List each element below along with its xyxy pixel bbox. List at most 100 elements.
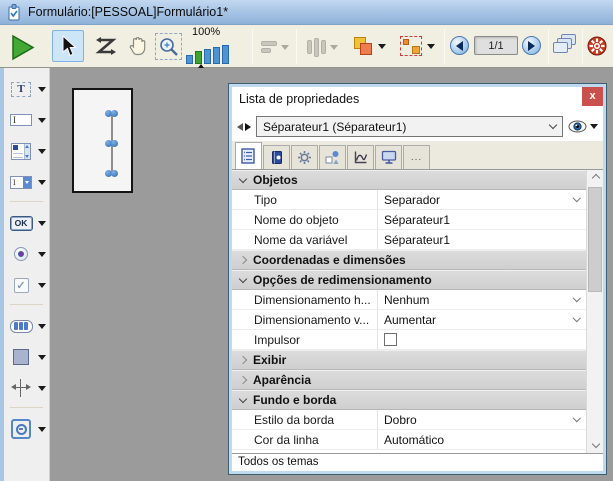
tab-properties[interactable] <box>235 142 262 169</box>
rectangle-tool[interactable] <box>4 345 49 369</box>
property-list-panel: Lista de propriedades x Séparateur1 (Sép… <box>229 84 606 474</box>
tab-objects[interactable] <box>319 145 346 169</box>
chevron-up-icon <box>591 174 599 182</box>
scrollbar-thumb[interactable] <box>588 187 602 292</box>
prop-value-dropdown[interactable]: Separador <box>378 190 586 209</box>
button-tool[interactable]: OK <box>4 211 49 235</box>
listbox-tool[interactable] <box>4 139 49 163</box>
chevron-down-icon[interactable] <box>38 118 46 123</box>
prop-group-redimensionamento[interactable]: Opções de redimensionamento <box>232 270 586 290</box>
text-tool[interactable]: T <box>4 77 49 101</box>
chevron-down-icon[interactable] <box>38 180 46 185</box>
chevron-down-icon[interactable] <box>38 324 46 329</box>
distribute-icon <box>307 38 326 57</box>
pointer-tool-button[interactable] <box>52 30 84 62</box>
sidebar-divider <box>10 407 43 408</box>
tab-more[interactable]: ... <box>403 145 430 169</box>
prop-value: Automático <box>384 433 586 447</box>
arrow-right-icon <box>522 36 541 55</box>
chevron-down-icon[interactable] <box>38 87 46 92</box>
prop-value: Séparateur1 <box>384 233 586 247</box>
prop-value: Séparateur1 <box>384 213 586 227</box>
tab-display[interactable] <box>375 145 402 169</box>
combobox-tool[interactable]: I <box>4 170 49 194</box>
sidebar-divider <box>10 201 43 202</box>
scrollbar[interactable] <box>586 170 603 453</box>
object-nav-arrows[interactable] <box>237 123 251 131</box>
object-tool-sidebar: T I I OK ✓ <box>4 68 50 481</box>
prop-group-exibir[interactable]: Exibir <box>232 350 586 370</box>
entry-order-tool-button[interactable] <box>93 34 119 58</box>
arrow-right-icon[interactable] <box>245 123 251 131</box>
arrow-left-icon[interactable] <box>237 123 243 131</box>
prop-row-tipo: Tipo Separador <box>232 190 586 210</box>
scroll-down-button[interactable] <box>587 437 603 453</box>
chevron-down-icon[interactable] <box>38 427 46 432</box>
prop-value-dropdown[interactable]: Aumentar <box>378 310 586 329</box>
group-button[interactable] <box>396 32 438 60</box>
selection-handle-middle[interactable] <box>105 140 118 147</box>
prop-row-estilo-da-borda: Estilo da borda Dobro <box>232 410 586 430</box>
settings-button[interactable] <box>586 35 613 57</box>
chevron-down-icon[interactable] <box>38 386 46 391</box>
prop-group-aparencia[interactable]: Aparência <box>232 370 586 390</box>
close-button[interactable]: x <box>582 87 603 106</box>
input-tool[interactable]: I <box>4 108 49 132</box>
zoom-bar-current[interactable] <box>195 51 202 64</box>
group-label: Exibir <box>253 353 286 367</box>
prop-value-field[interactable]: Séparateur1 <box>378 210 586 229</box>
zoom-bar-4[interactable] <box>213 47 220 64</box>
radio-tool[interactable] <box>4 242 49 266</box>
prop-group-coordenadas[interactable]: Coordenadas e dimensões <box>232 250 586 270</box>
prop-group-fundo-e-borda[interactable]: Fundo e borda <box>232 390 586 410</box>
impulsor-checkbox[interactable] <box>384 333 397 346</box>
tab-data-source[interactable] <box>263 145 290 169</box>
chevron-down-icon <box>549 121 557 129</box>
tab-options[interactable] <box>291 145 318 169</box>
chevron-down-icon[interactable] <box>38 149 46 154</box>
zoom-scale-control[interactable]: 100% <box>184 25 246 68</box>
form-document-icon <box>6 4 22 21</box>
zoom-bar-5[interactable] <box>222 45 229 64</box>
previous-page-button[interactable] <box>450 36 469 55</box>
window-title: Formulário:[PESSOAL]Formulário1* <box>28 5 228 19</box>
prop-label: Impulsor <box>232 330 378 349</box>
level-button[interactable] <box>348 32 390 60</box>
chevron-down-icon[interactable] <box>38 221 46 226</box>
hand-tool-button[interactable] <box>125 33 151 59</box>
prop-value-field[interactable]: Séparateur1 <box>378 230 586 249</box>
zoom-bar-1[interactable] <box>186 55 193 64</box>
view-options-button[interactable] <box>568 120 598 133</box>
theme-filter-bar[interactable]: Todos os temas <box>232 453 603 471</box>
prop-value-dropdown[interactable]: Nenhum <box>378 290 586 309</box>
prop-value-field[interactable]: Automático <box>378 430 586 449</box>
property-list-icon <box>241 148 256 164</box>
zoom-tool-button[interactable] <box>155 33 182 60</box>
chevron-down-icon[interactable] <box>38 252 46 257</box>
scroll-up-button[interactable] <box>587 170 603 186</box>
tab-events[interactable] <box>347 145 374 169</box>
panel-title-bar[interactable]: Lista de propriedades x <box>232 87 603 112</box>
run-form-button[interactable] <box>6 32 38 62</box>
ok-button-icon: OK <box>10 216 33 231</box>
selection-handle-bottom[interactable] <box>105 170 118 177</box>
chevron-down-icon[interactable] <box>38 355 46 360</box>
form-page[interactable] <box>72 88 133 193</box>
prop-value-dropdown[interactable]: Dobro <box>378 410 586 429</box>
chevron-down-icon <box>590 124 598 129</box>
prop-group-objetos[interactable]: Objetos <box>232 170 586 190</box>
run-icon <box>8 34 36 61</box>
chevron-down-icon[interactable] <box>38 283 46 288</box>
prop-row-nome-da-variavel: Nome da variável Séparateur1 <box>232 230 586 250</box>
splitter-tool[interactable] <box>4 376 49 400</box>
object-selector-dropdown[interactable]: Séparateur1 (Séparateur1) <box>256 116 563 137</box>
plugin-tool[interactable] <box>4 417 49 441</box>
checkbox-tool[interactable]: ✓ <box>4 273 49 297</box>
selection-handle-top[interactable] <box>105 110 118 117</box>
prop-value: Nenhum <box>384 293 570 307</box>
group-label: Aparência <box>253 373 311 387</box>
pages-button[interactable] <box>553 34 579 56</box>
zoom-bar-3[interactable] <box>204 49 211 64</box>
segmented-tool[interactable] <box>4 314 49 338</box>
next-page-button[interactable] <box>522 36 541 55</box>
